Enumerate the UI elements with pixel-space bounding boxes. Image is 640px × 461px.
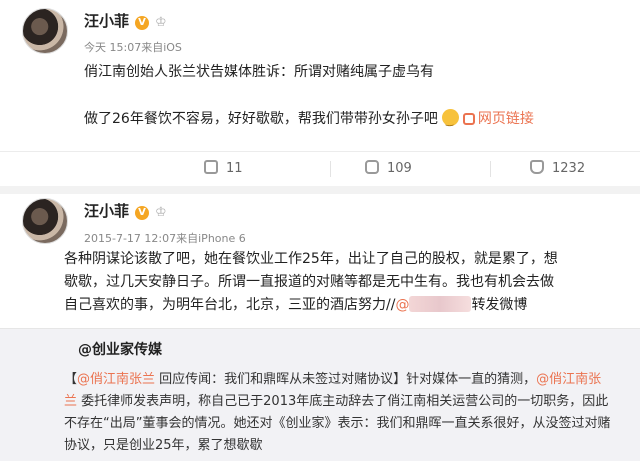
- repost-button[interactable]: 11: [204, 152, 243, 186]
- mention-link[interactable]: @俏江南张兰: [77, 372, 155, 387]
- divider: [490, 161, 491, 177]
- post-source: 来自iPhone 6: [176, 232, 246, 245]
- quoted-text-line: 兰 委托律师发表声明，称自己已于2013年底主动辞去了俏江南相关运营公司的一切职…: [64, 391, 624, 413]
- post-time[interactable]: 2015-7-17 12:07: [84, 232, 176, 245]
- author-name[interactable]: 汪小菲 V ♔: [84, 200, 167, 221]
- quoted-source[interactable]: @创业家传媒: [78, 339, 162, 359]
- web-link-icon: [462, 113, 475, 125]
- post-text: 俏江南创始人张兰状告媒体胜诉：所谓对赌纯属子虚乌有 做了26年餐饮不容易，好好歇…: [84, 61, 624, 134]
- repost-icon: [204, 160, 218, 174]
- blurred-username: [409, 296, 472, 312]
- verified-badge-icon: V: [135, 16, 150, 30]
- comment-button[interactable]: 109: [365, 152, 412, 186]
- post-text-span: 做了26年餐饮不容易，好好歇歇，帮我们带带孙女孙子吧: [84, 111, 438, 127]
- quoted-post[interactable]: @创业家传媒 【@俏江南张兰 回应传闻：我们和鼎晖从未签过对赌协议】针对媒体一直…: [0, 328, 640, 461]
- post-action-bar: 11 109 1232: [0, 151, 640, 187]
- quoted-text-span: 【: [64, 372, 78, 387]
- like-button[interactable]: 1232: [530, 152, 585, 186]
- like-icon: [530, 160, 544, 174]
- divider: [330, 161, 331, 177]
- post-text-line: 歇歇，过几天安静日子。所谓一直报道的对赌等都是无中生有。我也有机会去做: [64, 274, 554, 290]
- post-text-line: 各种阴谋论该散了吧，她在餐饮业工作25年，出让了自己的股权，就是累了，想: [64, 251, 558, 267]
- repost-count: 11: [226, 161, 243, 176]
- author-name-text[interactable]: 汪小菲: [84, 202, 129, 220]
- avatar[interactable]: [22, 198, 68, 244]
- post-text-line: 自己喜欢的事，为明年台北，北京，三亚的酒店努力//@ 转发微博: [64, 294, 624, 317]
- comment-count: 109: [387, 161, 412, 176]
- mention-link[interactable]: 兰: [64, 394, 77, 409]
- post-time[interactable]: 今天 15:07: [84, 41, 141, 54]
- post-source: 来自iOS: [141, 41, 182, 54]
- post-text-span: 自己喜欢的事，为明年台北，北京，三亚的酒店努力//: [64, 297, 396, 313]
- post-text-span: 转发微博: [471, 297, 528, 313]
- post-meta: 今天 15:07来自iOS: [84, 39, 182, 55]
- quoted-text-span: 委托律师发表声明，称自己已于2013年底主动辞去了俏江南相关运营公司的一切职务，…: [77, 394, 609, 409]
- member-crown-icon: ♔: [155, 205, 167, 220]
- smile-emoji-icon: [441, 109, 459, 134]
- web-link[interactable]: 网页链接: [462, 111, 534, 127]
- mention-link[interactable]: @俏江南张: [536, 372, 601, 387]
- avatar[interactable]: [22, 8, 68, 54]
- post-text: 各种阴谋论该散了吧，她在餐饮业工作25年，出让了自己的股权，就是累了，想 歇歇，…: [64, 248, 624, 317]
- quoted-text-line: 【@俏江南张兰 回应传闻：我们和鼎晖从未签过对赌协议】针对媒体一直的猜测，@俏江…: [64, 369, 624, 391]
- comment-icon: [365, 160, 379, 174]
- quoted-text-line: 不存在“出局”董事会的情况。她还对《创业家》表示：我们和鼎晖一直关系很好，从没签…: [64, 416, 611, 431]
- feed-divider: [0, 186, 640, 194]
- quoted-text: 【@俏江南张兰 回应传闻：我们和鼎晖从未签过对赌协议】针对媒体一直的猜测，@俏江…: [64, 369, 624, 457]
- mention-at[interactable]: @: [395, 297, 409, 313]
- quoted-text-line: 协议，只是创业25年，累了想歇歇: [64, 438, 263, 453]
- mention-link[interactable]: @: [395, 296, 472, 313]
- web-link-label[interactable]: 网页链接: [478, 111, 534, 127]
- post-text-line: 俏江南创始人张兰状告媒体胜诉：所谓对赌纯属子虚乌有: [84, 64, 434, 80]
- quoted-text-span: 回应传闻：我们和鼎晖从未签过对赌协议】针对媒体一直的猜测，: [155, 372, 537, 387]
- verified-badge-icon: V: [135, 206, 150, 220]
- member-crown-icon: ♔: [155, 15, 167, 30]
- author-name-text[interactable]: 汪小菲: [84, 12, 129, 30]
- like-count: 1232: [552, 161, 586, 176]
- post-text-line: 做了26年餐饮不容易，好好歇歇，帮我们带带孙女孙子吧 网页链接: [84, 108, 624, 134]
- author-name[interactable]: 汪小菲 V ♔: [84, 10, 167, 31]
- post-meta: 2015-7-17 12:07来自iPhone 6: [84, 230, 246, 246]
